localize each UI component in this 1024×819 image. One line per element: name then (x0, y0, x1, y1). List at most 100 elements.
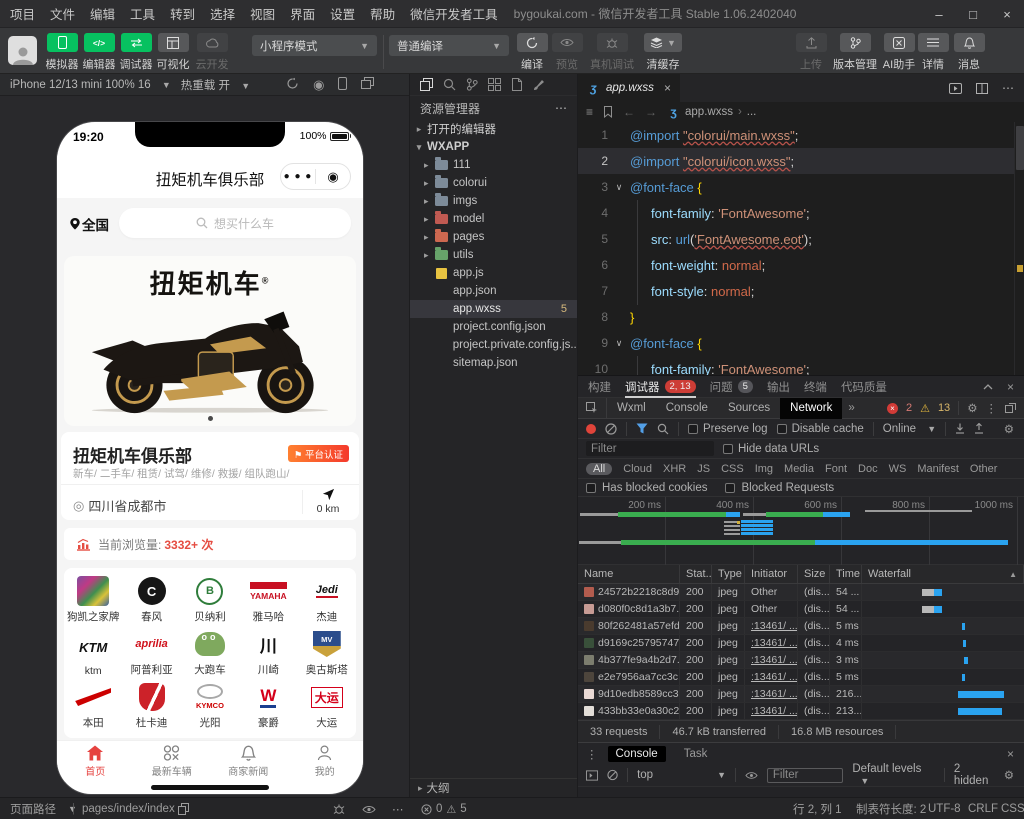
file-tree-item[interactable]: ▸ imgs (410, 192, 577, 210)
rotate-icon[interactable] (286, 77, 299, 90)
devtools-settings-icon[interactable]: ⚙ (967, 401, 977, 415)
cursor-position[interactable]: 行 2, 列 1 (793, 798, 842, 819)
console-tab[interactable]: Console (607, 745, 666, 762)
search-input[interactable]: 想买什么车 (119, 208, 351, 238)
network-request-row[interactable]: 9d10edb8589cc3... 200 jpeg :13461/ ... (… (578, 686, 1024, 703)
close-button[interactable]: × (990, 0, 1024, 28)
editor-toggle-button[interactable]: </> 编辑器 (80, 33, 118, 72)
export-har-icon[interactable] (974, 423, 984, 434)
log-levels-select[interactable]: Default levels ▼ (852, 763, 935, 787)
file-tree-item[interactable]: ▸ colorui (410, 174, 577, 192)
preview-button[interactable]: 预览 (548, 33, 586, 72)
watch-icon[interactable] (362, 798, 376, 819)
eager-eval-icon[interactable] (586, 769, 599, 781)
search-icon[interactable] (443, 78, 456, 91)
col-time[interactable]: Time (830, 565, 862, 583)
code-line[interactable]: 8} (578, 304, 1024, 330)
type-filter[interactable]: Manifest (917, 463, 959, 475)
brand-item[interactable]: 本田 (64, 680, 122, 733)
menu-item[interactable]: 设置 (330, 4, 355, 23)
scrollbar-thumb[interactable] (1016, 126, 1024, 170)
throttling-select[interactable]: Online ▼ (883, 423, 936, 435)
brand-item[interactable]: 杜卡迪 (122, 680, 180, 733)
panel-tab[interactable]: 调试器 2, 13 (625, 376, 696, 398)
messages-button[interactable]: 消息 (950, 33, 988, 72)
initiator-link[interactable]: :13461/ ... (751, 620, 797, 632)
type-filter[interactable]: Doc (858, 463, 878, 475)
code-line[interactable]: 3 ∨ @font-face { (578, 174, 1024, 200)
brand-item[interactable]: KTM ktm (64, 627, 122, 680)
workspace-root[interactable]: ▾ WXAPP (410, 138, 577, 156)
col-size[interactable]: Size (798, 565, 830, 583)
brand-item[interactable]: B 贝纳利 (181, 574, 239, 627)
network-timeline-overview[interactable]: 200 ms 400 ms 600 ms 800 ms 1000 ms (578, 497, 1024, 565)
close-panel-icon[interactable]: × (1007, 380, 1014, 394)
blocked-cookies-checkbox[interactable] (586, 482, 596, 493)
page-path-select[interactable]: 页面路径 ▼ (10, 798, 77, 819)
brand-item[interactable]: 狗凯之家牌 (64, 574, 122, 627)
forward-arrow-icon[interactable]: → (645, 105, 657, 119)
outline-list-icon[interactable]: ≡ (586, 105, 593, 119)
popout-icon[interactable] (1005, 403, 1016, 413)
multi-window-icon[interactable] (361, 76, 375, 89)
file-tree-item[interactable]: ▸ pages (410, 228, 577, 246)
mode-select[interactable]: 小程序模式 ▼ (252, 35, 377, 56)
brand-item[interactable]: 川 川崎 (239, 627, 297, 680)
initiator-link[interactable]: :13461/ ... (751, 705, 797, 717)
devtools-tab-wxml[interactable]: Wxml (607, 398, 656, 419)
copy-path-icon[interactable] (178, 798, 189, 819)
menu-item[interactable]: 项目 (10, 4, 35, 23)
network-request-row[interactable]: 4b377fe9a4b2d7... 200 jpeg :13461/ ... (… (578, 652, 1024, 669)
devtools-tab-network[interactable]: Network (780, 397, 843, 419)
details-button[interactable]: 详情 (914, 33, 952, 72)
type-filter[interactable]: XHR (663, 463, 686, 475)
initiator-link[interactable]: Other (751, 586, 777, 598)
brand-item[interactable]: YAMAHA 雅马哈 (239, 574, 297, 627)
eye-icon[interactable] (745, 771, 758, 780)
code-line[interactable]: 7 font-style: normal; (578, 277, 1024, 305)
devtools-tab-console[interactable]: Console (656, 398, 718, 419)
brand-item[interactable]: W 豪爵 (239, 680, 297, 733)
outline-section[interactable]: ▸ 大纲 (410, 778, 577, 797)
devtools-menu-icon[interactable]: ⋮ (986, 401, 998, 415)
type-filter[interactable]: Other (970, 463, 998, 475)
device-select[interactable]: iPhone 12/13 mini 100% 16 ▼ (10, 79, 171, 91)
menu-item[interactable]: 工具 (130, 4, 155, 23)
panel-tab[interactable]: 问题 5 (710, 376, 753, 398)
file-tree-item[interactable]: project.private.config.js... (410, 336, 577, 354)
panel-tab[interactable]: 终端 (804, 376, 827, 398)
maximize-button[interactable]: □ (956, 0, 990, 28)
encoding[interactable]: UTF-8 (928, 798, 961, 819)
hot-reload-toggle[interactable]: 热重载 开 ▼ (181, 77, 250, 93)
eol[interactable]: CRLF (968, 798, 998, 819)
code-line[interactable]: 10 font-family: 'FontAwesome'; (578, 355, 1024, 375)
distance-block[interactable]: 0 km (307, 488, 349, 515)
file-tree-item[interactable]: project.config.json (410, 318, 577, 336)
brand-item[interactable]: 大运 大运 (298, 680, 356, 733)
network-request-row[interactable]: e2e7956aa7cc3c... 200 jpeg :13461/ ... (… (578, 669, 1024, 686)
record-network-button[interactable] (586, 423, 596, 434)
network-settings-icon[interactable]: ⚙ (1004, 422, 1024, 436)
back-arrow-icon[interactable]: ← (623, 105, 635, 119)
hide-data-urls-checkbox[interactable] (723, 443, 733, 454)
type-filter[interactable]: Media (784, 463, 814, 475)
brush-icon[interactable] (533, 78, 546, 91)
collapse-panel-icon[interactable] (983, 384, 993, 390)
avatar[interactable] (8, 36, 37, 65)
source-control-icon[interactable] (466, 78, 478, 91)
more-menu-button[interactable]: ● ● ● (281, 171, 315, 182)
network-request-row[interactable]: d080f0c8d1a3b7... 200 jpeg Other (dis...… (578, 601, 1024, 618)
file-icon[interactable] (511, 78, 523, 91)
type-filter[interactable]: CSS (721, 463, 744, 475)
panel-tab[interactable]: 代码质量 (841, 376, 887, 398)
disable-cache-checkbox[interactable] (776, 423, 787, 434)
warning-count-icon[interactable]: ⚠ (920, 402, 930, 415)
file-tree-item[interactable]: app.js (410, 264, 577, 282)
cloud-dev-button[interactable]: 云开发 (193, 33, 231, 72)
banner-carousel[interactable]: 扭矩机车® (64, 256, 356, 426)
import-har-icon[interactable] (955, 423, 965, 434)
col-type[interactable]: Type (712, 565, 745, 583)
initiator-link[interactable]: :13461/ ... (751, 637, 797, 649)
tab-size[interactable]: 制表符长度: 2 (856, 798, 926, 819)
version-control-button[interactable]: 版本管理 (831, 33, 879, 72)
